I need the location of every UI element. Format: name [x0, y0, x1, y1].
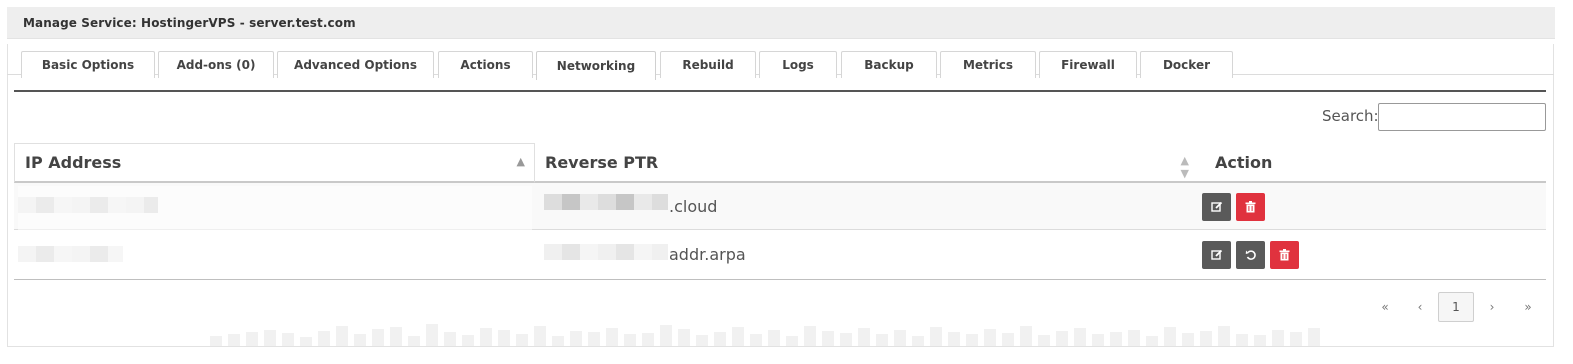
edit-icon [1210, 201, 1222, 212]
column-header-label: Action [1215, 152, 1273, 172]
column-header-label: IP Address [25, 153, 122, 172]
tab-actions[interactable]: Actions [438, 51, 533, 78]
ip-table: IP Address ▲ Reverse PTR ▲ ▼ Action .clou… [14, 143, 1546, 281]
ptr-redacted [544, 194, 668, 210]
ptr-value: addr.arpa [669, 245, 746, 264]
redaction-overlay [18, 186, 532, 278]
tab-bar: Basic Options Add-ons (0) Advanced Optio… [7, 44, 1554, 80]
ptr-value: .cloud [669, 197, 718, 216]
column-header-ip-address[interactable]: IP Address ▲ [14, 143, 535, 183]
pagination-current-page[interactable]: 1 [1438, 292, 1474, 322]
tab-backup[interactable]: Backup [841, 51, 937, 78]
undo-icon [1245, 250, 1256, 260]
tab-firewall[interactable]: Firewall [1039, 51, 1137, 78]
column-header-label: Reverse PTR [545, 152, 659, 172]
tab-rebuild[interactable]: Rebuild [660, 51, 756, 78]
column-header-action: Action [1197, 143, 1546, 183]
background-watermark [210, 322, 1350, 346]
sort-icon: ▲ [516, 155, 525, 168]
trash-icon [1245, 201, 1256, 213]
edit-button[interactable] [1202, 241, 1231, 269]
tab-metrics[interactable]: Metrics [940, 51, 1036, 78]
trash-icon [1279, 249, 1290, 261]
redaction-overlay [532, 235, 669, 279]
tab-networking[interactable]: Networking [536, 51, 656, 80]
reset-ptr-button[interactable] [1236, 241, 1265, 269]
pagination-prev[interactable]: ‹ [1405, 292, 1435, 322]
tab-basic-options[interactable]: Basic Options [21, 51, 155, 78]
delete-button[interactable] [1236, 193, 1265, 221]
pagination-next[interactable]: › [1477, 292, 1507, 322]
sort-icon: ▲ ▼ [1180, 154, 1189, 180]
search-label: Search: [1322, 107, 1379, 125]
edit-button[interactable] [1202, 193, 1231, 221]
tab-logs[interactable]: Logs [759, 51, 837, 78]
tab-content-divider [14, 90, 1546, 92]
delete-button[interactable] [1270, 241, 1299, 269]
tab-advanced-options[interactable]: Advanced Options [277, 51, 434, 78]
page-title: Manage Service: HostingerVPS - server.te… [23, 16, 356, 30]
search-input[interactable] [1378, 103, 1546, 131]
panel-header: Manage Service: HostingerVPS - server.te… [7, 7, 1555, 39]
tab-add-ons[interactable]: Add-ons (0) [158, 51, 274, 78]
tab-docker[interactable]: Docker [1140, 51, 1233, 78]
pagination-last[interactable]: » [1513, 292, 1543, 322]
pagination-first[interactable]: « [1370, 292, 1400, 322]
edit-icon [1210, 249, 1222, 260]
column-header-reverse-ptr[interactable]: Reverse PTR ▲ ▼ [535, 143, 1197, 183]
